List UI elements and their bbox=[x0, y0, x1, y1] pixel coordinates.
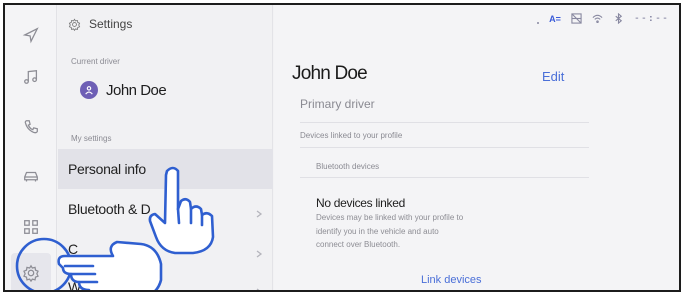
person-icon bbox=[85, 86, 93, 95]
chevron-right-icon bbox=[255, 245, 263, 258]
phone-icon[interactable] bbox=[11, 107, 51, 147]
my-settings-caption: My settings bbox=[71, 134, 112, 143]
settings-header: Settings bbox=[68, 17, 132, 31]
detail-panel: A= --:-- John Doe Edit Primary driver De… bbox=[274, 5, 679, 290]
music-icon[interactable] bbox=[11, 57, 51, 97]
navigation-icon[interactable] bbox=[11, 15, 51, 55]
car-icon[interactable] bbox=[11, 157, 51, 197]
settings-gear-icon bbox=[68, 17, 81, 31]
status-bar: A= --:-- bbox=[537, 13, 669, 24]
language-indicator: A= bbox=[549, 13, 561, 24]
chevron-right-icon bbox=[255, 205, 263, 218]
wifi-icon bbox=[592, 14, 603, 23]
pointing-hand-icon bbox=[57, 240, 163, 290]
menu-item-label: Bluetooth & D bbox=[68, 201, 151, 217]
devices-caption: Devices linked to your profile bbox=[300, 131, 403, 140]
divider bbox=[300, 147, 589, 148]
divider bbox=[300, 122, 589, 123]
current-driver[interactable]: John Doe bbox=[80, 81, 167, 99]
profile-name: John Doe bbox=[292, 63, 368, 84]
no-devices-title: No devices linked bbox=[316, 196, 405, 210]
no-devices-description: Devices may be linked with your profile … bbox=[316, 213, 464, 249]
avatar bbox=[80, 81, 98, 99]
current-driver-caption: Current driver bbox=[71, 57, 120, 66]
app-window: Settings Current driver John Doe My sett… bbox=[3, 3, 681, 292]
chevron-right-icon bbox=[255, 283, 263, 290]
clock: --:-- bbox=[633, 13, 669, 24]
divider bbox=[300, 177, 589, 178]
bluetooth-icon bbox=[615, 13, 622, 24]
menu-item-label: Personal info bbox=[68, 161, 146, 177]
link-devices-button[interactable]: Link devices bbox=[421, 274, 482, 286]
bluetooth-devices-caption: Bluetooth devices bbox=[316, 162, 380, 171]
profile-role: Primary driver bbox=[300, 97, 375, 111]
edit-button[interactable]: Edit bbox=[542, 69, 564, 84]
settings-title: Settings bbox=[89, 17, 133, 31]
status-dot bbox=[537, 21, 540, 24]
no-signal-icon bbox=[571, 13, 582, 24]
driver-name: John Doe bbox=[106, 81, 167, 99]
